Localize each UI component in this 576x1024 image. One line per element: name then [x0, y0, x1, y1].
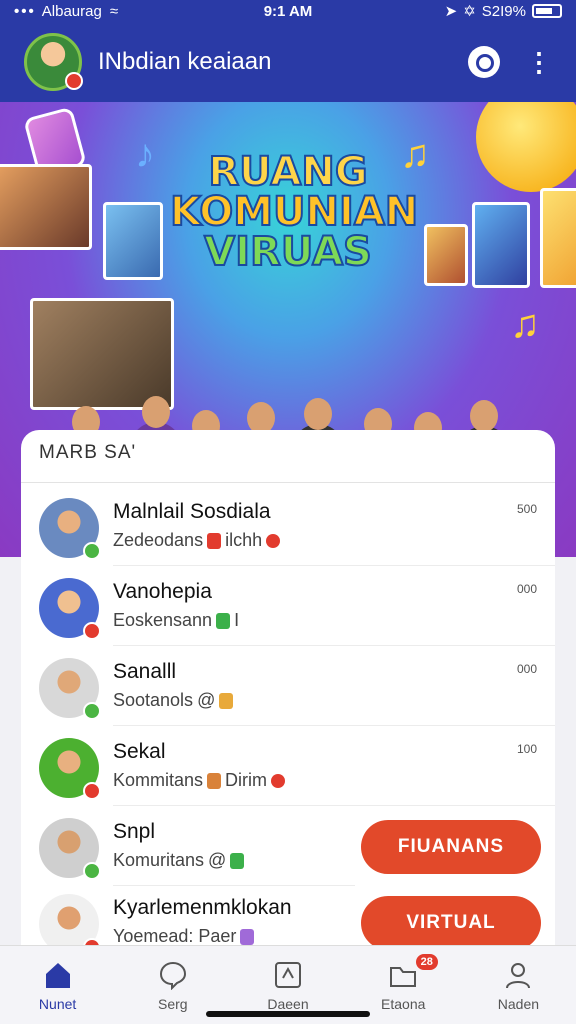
photo-frame: [472, 202, 530, 288]
item-name: Vanohepia: [113, 580, 212, 603]
item-time: 000: [516, 662, 537, 676]
tag-icon: [240, 928, 255, 945]
status-bar: ••• Albaurag ≈ 9:1 AM ➤ ✡ S2I9%: [0, 0, 576, 22]
search-icon[interactable]: [468, 46, 500, 78]
status-dot-icon: [65, 72, 83, 90]
join-button[interactable]: FIUANANS: [361, 820, 541, 874]
carrier-name: Albaurag: [41, 2, 102, 20]
avatar: [39, 498, 101, 560]
bluetooth-icon: ✡: [463, 3, 476, 20]
location-icon: ➤: [444, 3, 458, 20]
item-time: 100: [516, 742, 537, 756]
balloon-icon: [476, 102, 576, 192]
folder-icon: [390, 967, 417, 987]
tag-icon: [216, 612, 231, 629]
photo-frame: [0, 164, 92, 250]
item-name: Malnlail Sosdiala: [113, 500, 271, 523]
person-icon: [506, 963, 531, 989]
app-header: INbdian keaiaan ⋮: [0, 22, 576, 102]
list-item[interactable]: Malnlail Sosdiala Zedeodans ilchh 500: [21, 486, 555, 566]
signal-icon: •••: [14, 2, 36, 20]
divider: [21, 482, 555, 483]
nav-label: Daeen: [267, 996, 309, 1012]
clock: 9:1 AM: [263, 2, 313, 20]
status-dot-icon: [83, 702, 101, 720]
notification-badge: 28: [415, 954, 438, 970]
list-item[interactable]: Snpl Komuritans @ FIUANANS: [21, 806, 555, 886]
photo-frame: [540, 188, 576, 288]
item-subtitle: Komuritans: [113, 850, 205, 870]
tag-icon: [230, 852, 245, 869]
battery-icon: [532, 4, 562, 18]
notification-dot-icon: [266, 533, 281, 548]
item-time: 500: [516, 502, 537, 516]
section-label: MARB SA': [39, 442, 137, 463]
list-item[interactable]: Sanalll Sootanols @ 000: [21, 646, 555, 726]
item-name: Kyarlemenmklokan: [113, 896, 292, 919]
virtual-button[interactable]: VIRTUAL: [361, 896, 541, 950]
community-list-card: MARB SA' Malnlail Sosdiala Zedeodans ilch…: [21, 430, 555, 956]
item-subtitle: Zedeodans: [113, 530, 204, 550]
home-icon: [45, 963, 70, 988]
avatar: [39, 738, 101, 800]
list-item[interactable]: Sekal Kommitans Dirim 100: [21, 726, 555, 806]
wifi-icon: ≈: [109, 2, 119, 20]
music-note-icon: ♪: [135, 132, 155, 176]
share-box-icon: [275, 962, 301, 988]
hero-logo: RUANG KOMUNIAN VIRUAS: [169, 149, 419, 275]
nav-label: Naden: [497, 996, 540, 1012]
music-note-icon: ♫: [510, 302, 540, 346]
item-subtitle: Sootanols: [113, 690, 194, 710]
nav-label: Nunet: [38, 996, 77, 1012]
avatar: [39, 658, 101, 720]
item-subtitle: Kommitans: [113, 770, 204, 790]
item-subtitle: Yoemead: Paer: [113, 926, 237, 946]
item-subtitle: Eoskensann: [113, 610, 213, 630]
tag-icon: [219, 692, 234, 709]
chat-bubble-icon: [159, 961, 186, 990]
avatar: [39, 578, 101, 640]
home-indicator: [206, 1011, 370, 1017]
status-dot-icon: [83, 622, 101, 640]
item-time: 000: [516, 582, 537, 596]
nav-label: Serg: [158, 996, 188, 1012]
nav-label: Etaona: [381, 996, 426, 1012]
status-dot-icon: [83, 542, 101, 560]
profile-avatar[interactable]: [24, 33, 83, 91]
tag-icon: [207, 532, 222, 549]
tag-icon: [207, 772, 222, 789]
photo-frame: [103, 202, 163, 280]
status-dot-icon: [83, 782, 101, 800]
status-dot-icon: [83, 862, 101, 880]
photo-frame: [424, 224, 468, 286]
list-item[interactable]: Vanohepia Eoskensann I 000: [21, 566, 555, 646]
avatar: [39, 818, 101, 880]
notification-dot-icon: [271, 773, 286, 788]
nav-item-home[interactable]: Nunet: [0, 946, 115, 1024]
more-options-icon[interactable]: ⋮: [526, 47, 552, 78]
battery-percent: S2I9%: [481, 2, 526, 20]
item-name: Sekal: [113, 740, 166, 763]
item-name: Snpl: [113, 820, 156, 843]
item-name: Sanalll: [113, 660, 177, 683]
photo-frame: [30, 298, 174, 410]
nav-item-profile[interactable]: Naden: [461, 946, 576, 1024]
page-title: INbdian keaiaan: [98, 48, 272, 75]
